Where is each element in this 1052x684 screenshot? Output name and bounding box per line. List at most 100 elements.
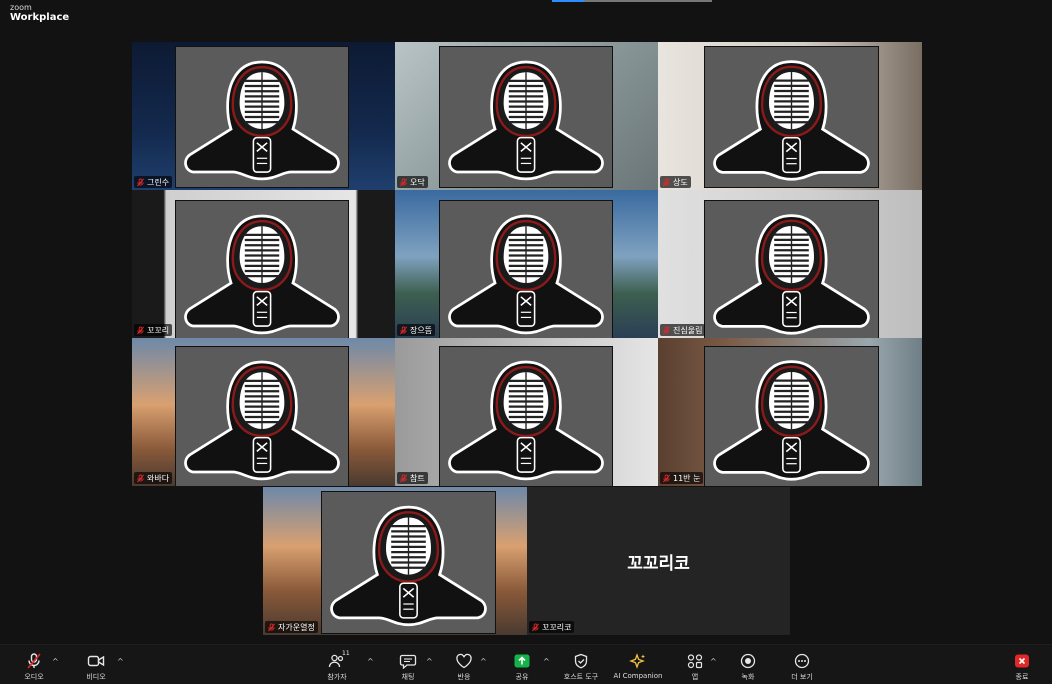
shield-icon	[572, 653, 590, 669]
share-screen-icon	[513, 653, 531, 669]
kendo-mask-avatar	[175, 200, 349, 338]
meeting-toolbar: 오디오 ^ 비디오 ^ 11 참가자 ^ 채팅 ^ 반응 ^ 공유 ^ 호스트 …	[0, 644, 1052, 684]
participant-name: 꼬꼬리코	[542, 622, 572, 632]
participant-tile[interactable]: 꼬꼬리	[132, 190, 395, 338]
video-off-display-name: 꼬꼬리코	[627, 553, 690, 574]
participant-nametag: 자가운열정	[265, 621, 318, 633]
top-bar: zoom Workplace	[0, 0, 1052, 30]
participant-name: 그린수	[147, 177, 170, 187]
chat-bubble-icon	[399, 653, 417, 669]
kendo-mask-avatar	[704, 46, 879, 188]
participants-options-chevron-up-icon[interactable]: ^	[367, 657, 374, 666]
participant-nametag: 와바다	[134, 472, 173, 484]
kendo-mask-avatar	[439, 346, 613, 486]
share-screen-button[interactable]: 공유	[510, 645, 534, 684]
react-button[interactable]: 반응	[452, 645, 476, 684]
participant-nametag: 꼬꼬리	[134, 324, 173, 336]
apps-label: 앱	[691, 673, 699, 681]
more-button[interactable]: 더 보기	[788, 645, 816, 684]
apps-options-chevron-up-icon[interactable]: ^	[710, 657, 717, 666]
participant-name: 자가운열정	[278, 622, 315, 632]
end-x-icon	[1013, 653, 1031, 669]
participant-tile[interactable]: 와바다	[132, 338, 395, 486]
participant-name: 오닥	[410, 177, 425, 187]
ai-companion-label: AI Companion	[613, 672, 663, 680]
participant-tile-video-off[interactable]: 꼬꼬리코 꼬꼬리코	[527, 487, 790, 635]
record-button[interactable]: 녹화	[736, 645, 760, 684]
react-options-chevron-up-icon[interactable]: ^	[480, 657, 487, 666]
kendo-mask-avatar	[321, 491, 496, 634]
participant-tile[interactable]: 진심울림	[658, 190, 922, 338]
kendo-mask-avatar	[439, 46, 613, 188]
view-indicator-active	[552, 0, 584, 2]
more-label: 더 보기	[791, 673, 813, 681]
host-tools-label: 호스트 도구	[563, 673, 599, 681]
zoom-logo: zoom Workplace	[10, 4, 69, 23]
participant-nametag: 오닥	[397, 176, 428, 188]
participant-name: 11반 눈	[673, 473, 701, 483]
mic-muted-icon	[399, 325, 408, 335]
record-label: 녹화	[741, 673, 755, 681]
participant-name: 진심울림	[673, 325, 703, 335]
share-options-chevron-up-icon[interactable]: ^	[543, 657, 550, 666]
brand-small-label: zoom	[10, 3, 32, 12]
host-tools-button[interactable]: 호스트 도구	[558, 645, 604, 684]
more-dots-icon	[793, 653, 811, 669]
mic-muted-icon	[662, 325, 671, 335]
participant-nametag: 장으뜸	[397, 324, 436, 336]
brand-name-label: Workplace	[10, 12, 70, 23]
kendo-mask-avatar	[439, 200, 613, 338]
mic-muted-icon	[662, 473, 671, 483]
audio-label: 오디오	[24, 673, 44, 681]
participant-name: 상도	[673, 177, 688, 187]
participants-label: 참가자	[327, 673, 347, 681]
audio-options-chevron-up-icon[interactable]: ^	[52, 657, 59, 666]
participant-tile[interactable]: 그린수	[132, 42, 395, 190]
video-label: 비디오	[86, 673, 106, 681]
chat-label: 채팅	[401, 673, 415, 681]
video-options-chevron-up-icon[interactable]: ^	[117, 657, 124, 666]
audio-button[interactable]: 오디오	[20, 645, 48, 684]
participant-name: 꼬꼬리	[147, 325, 170, 335]
participant-tile[interactable]: 참트	[395, 338, 658, 486]
view-indicator[interactable]	[552, 0, 712, 2]
participant-tile-active-speaker[interactable]: 상도	[658, 42, 922, 190]
mic-muted-icon	[25, 653, 43, 669]
share-label: 공유	[515, 673, 529, 681]
participant-nametag: 상도	[660, 176, 691, 188]
end-label: 종료	[1015, 673, 1029, 681]
participant-name: 참트	[410, 473, 425, 483]
mic-muted-icon	[662, 177, 671, 187]
kendo-mask-avatar	[704, 346, 879, 486]
participant-tile[interactable]: 자가운열정	[263, 487, 527, 635]
end-meeting-button[interactable]: 종료	[1010, 645, 1034, 684]
chat-options-chevron-up-icon[interactable]: ^	[426, 657, 433, 666]
mic-muted-icon	[136, 325, 145, 335]
participant-tile[interactable]: 11반 눈	[658, 338, 922, 486]
record-icon	[739, 653, 757, 669]
ai-companion-button[interactable]: AI Companion	[612, 645, 664, 684]
apps-button[interactable]: 앱	[684, 645, 706, 684]
participant-tile[interactable]: 오닥	[395, 42, 658, 190]
chat-button[interactable]: 채팅	[396, 645, 420, 684]
participants-icon: 11	[328, 650, 350, 669]
participant-nametag: 그린수	[134, 176, 173, 188]
participants-count: 11	[342, 650, 350, 657]
mic-muted-icon	[136, 177, 145, 187]
kendo-mask-avatar	[175, 46, 349, 188]
zoom-meeting-window: zoom Workplace 그린수 오닥 상도 꼬꼬리 장으뜸 진심울림 와바…	[0, 0, 1052, 684]
apps-grid-icon	[686, 653, 704, 669]
mic-muted-icon	[399, 473, 408, 483]
participant-name: 장으뜸	[410, 325, 433, 335]
kendo-mask-avatar	[704, 200, 879, 338]
kendo-mask-avatar	[175, 346, 349, 486]
react-label: 반응	[457, 673, 471, 681]
mic-muted-icon	[399, 177, 408, 187]
participants-button[interactable]: 11 참가자	[322, 645, 352, 684]
video-button[interactable]: 비디오	[82, 645, 110, 684]
participant-tile[interactable]: 장으뜸	[395, 190, 658, 338]
mic-muted-icon	[136, 473, 145, 483]
participant-nametag: 꼬꼬리코	[529, 621, 575, 633]
sparkle-icon	[629, 653, 647, 669]
mic-muted-icon	[267, 622, 276, 632]
